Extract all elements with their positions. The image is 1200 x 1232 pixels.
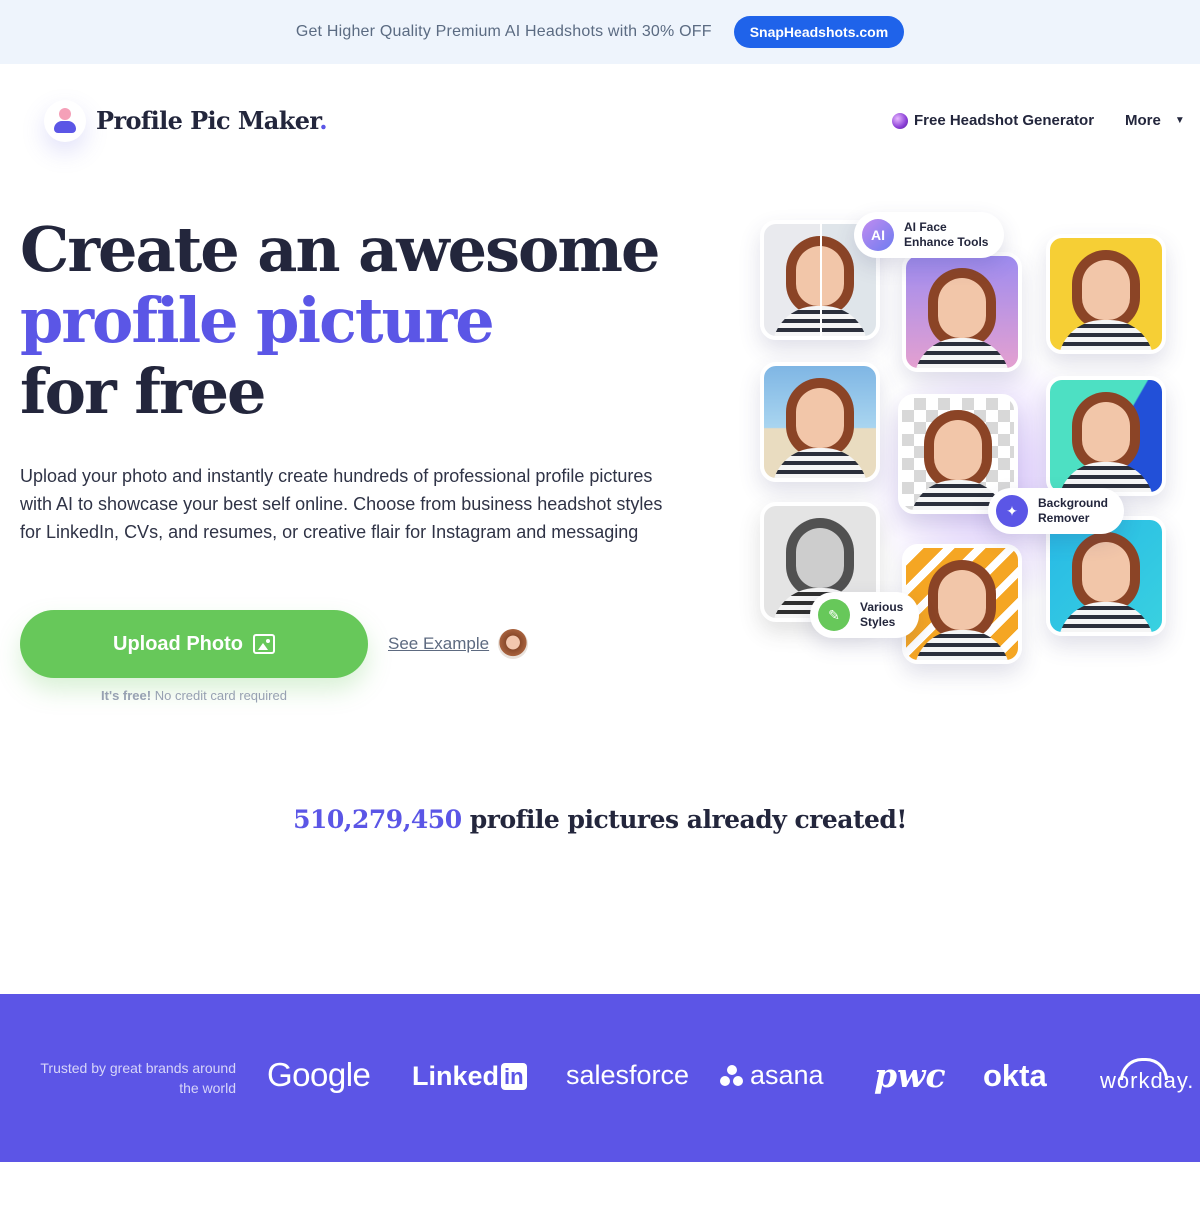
collage-photo-teal <box>1046 376 1166 496</box>
paintbrush-icon: ✎ <box>818 599 850 631</box>
promo-button[interactable]: SnapHeadshots.com <box>733 16 905 48</box>
hero-title: Create an awesome profile picture for fr… <box>20 213 660 428</box>
nav-more-dropdown[interactable]: More ▼ <box>1125 112 1185 129</box>
hero-description: Upload your photo and instantly create h… <box>20 466 663 542</box>
free-note: It's free! No credit card required <box>101 688 287 703</box>
salesforce-logo: salesforce <box>566 1060 690 1090</box>
promo-text: Get Higher Quality Premium AI Headshots … <box>295 23 712 40</box>
collage-photo-purple <box>902 252 1022 372</box>
okta-logo: okta <box>983 1058 1047 1093</box>
image-icon <box>252 634 275 654</box>
crystal-ball-icon <box>892 112 908 129</box>
linkedin-logo: Linked in <box>412 1061 527 1092</box>
collage-photo-cyan <box>1046 516 1166 636</box>
collage-photo-beach <box>760 362 880 482</box>
trusted-text: Trusted by great brands around the world <box>40 1060 236 1096</box>
badge-various-styles: ✎ Various Styles <box>810 592 920 638</box>
logo-text[interactable]: Profile Pic Maker. <box>96 106 328 135</box>
example-avatar[interactable] <box>498 629 528 659</box>
asana-logo: asana <box>720 1060 824 1091</box>
profile-counter: 510,279,450 profile pictures already cre… <box>293 805 907 834</box>
nav-headshot-generator-link[interactable]: Free Headshot Generator <box>892 112 1094 129</box>
badge-background-remover: ✦ Background Remover <box>988 488 1125 534</box>
magic-wand-icon: ✦ <box>996 495 1028 527</box>
see-example-link[interactable]: See Example <box>388 634 489 654</box>
caret-down-icon: ▼ <box>1174 115 1185 126</box>
google-logo: Google <box>267 1056 371 1093</box>
badge-ai-face-enhance: AI AI Face Enhance Tools <box>854 212 1005 258</box>
upload-photo-button[interactable]: Upload Photo <box>20 610 368 678</box>
pwc-logo: pwc <box>874 1056 946 1095</box>
hero-collage: AI AI Face Enhance Tools ✦ Background Remo… <box>740 200 1190 700</box>
collage-photo-yellow <box>1046 234 1166 354</box>
ai-icon: AI <box>862 219 894 251</box>
promo-banner: Get Higher Quality Premium AI Headshots … <box>0 0 1200 64</box>
asana-dots-icon <box>720 1064 744 1087</box>
workday-logo: workday. <box>1100 1068 1195 1093</box>
counter-number: 510,279,450 <box>293 805 462 834</box>
collage-photo-pattern <box>902 544 1022 664</box>
logo-icon[interactable] <box>44 100 86 142</box>
